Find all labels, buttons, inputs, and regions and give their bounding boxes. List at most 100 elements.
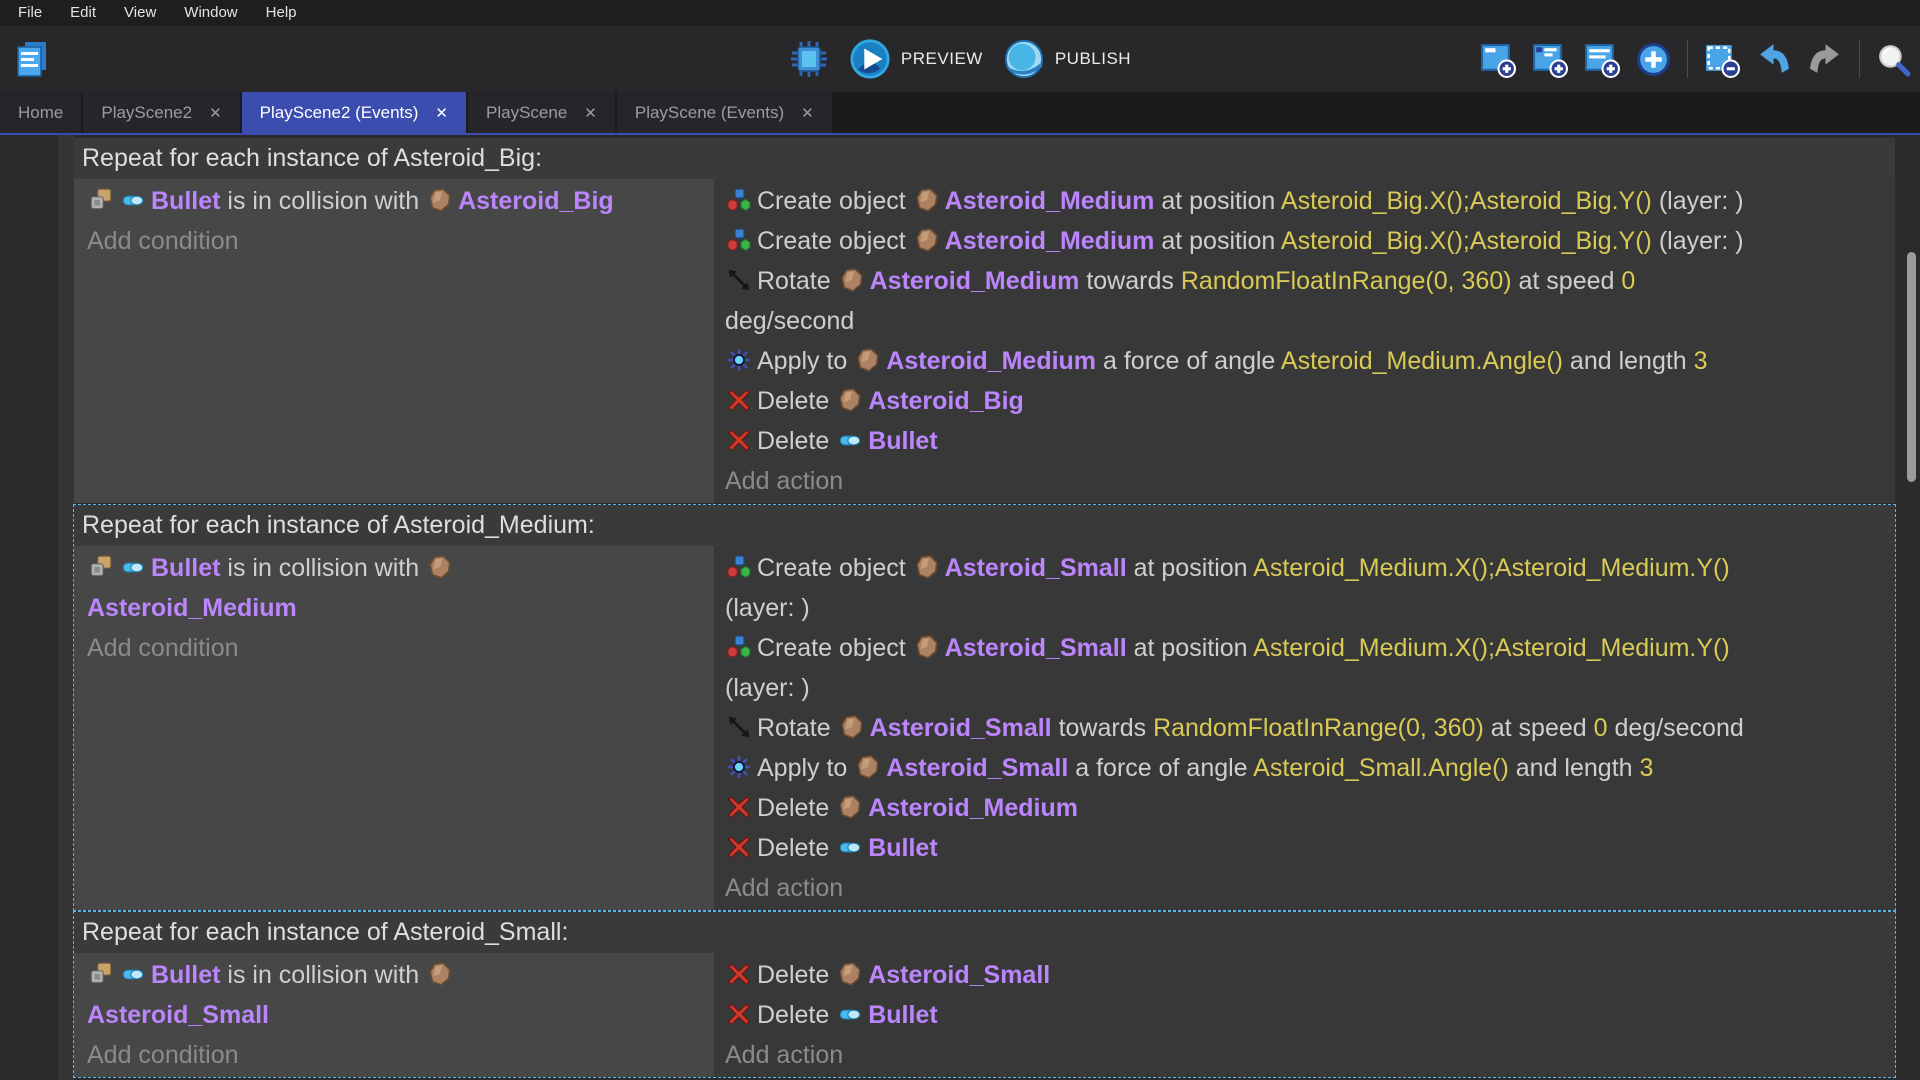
sentence-text: is in collision with (220, 187, 426, 215)
sentence-text: (layer: ) (1652, 227, 1744, 255)
add-comment-icon[interactable] (1583, 41, 1620, 78)
asteroid-icon (914, 554, 940, 580)
tab-label: PlayScene (Events) (635, 103, 784, 123)
sentence-text: Apply to (757, 347, 854, 375)
add-circle-icon[interactable] (1635, 41, 1672, 78)
event-block[interactable]: Repeat for each instance of Asteroid_Med… (74, 505, 1895, 910)
object-name: Bullet (151, 961, 220, 989)
menu-file[interactable]: File (4, 0, 56, 26)
condition-line[interactable]: Bullet is in collision with Asteroid_Big (74, 181, 714, 221)
debug-icon[interactable] (789, 39, 829, 79)
tab-close-icon[interactable]: ✕ (801, 104, 814, 122)
actions-column[interactable]: Delete Asteroid_SmallDelete BulletAdd ac… (714, 953, 1895, 1077)
search-icon[interactable] (1875, 41, 1912, 78)
tab-close-icon[interactable]: ✕ (584, 104, 597, 122)
add-event-icon[interactable] (1479, 41, 1516, 78)
redo-icon[interactable] (1807, 41, 1844, 78)
event-header[interactable]: Repeat for each instance of Asteroid_Big… (74, 138, 1895, 179)
sentence-text: at position (1154, 187, 1280, 215)
add-condition-button[interactable]: Add condition (74, 1035, 714, 1075)
condition-line[interactable]: Asteroid_Medium (74, 588, 714, 628)
action-line[interactable]: Rotate Asteroid_Medium towards RandomFlo… (714, 261, 1895, 301)
menu-view[interactable]: View (110, 0, 170, 26)
preview-button[interactable]: PREVIEW (849, 38, 983, 80)
sentence-text: Rotate (757, 714, 838, 742)
asteroid-icon (427, 554, 453, 580)
actions-column[interactable]: Create object Asteroid_Small at position… (714, 546, 1895, 910)
action-line[interactable]: (layer: ) (714, 668, 1895, 708)
tab-close-icon[interactable]: ✕ (435, 104, 448, 122)
action-line[interactable]: Delete Bullet (714, 828, 1895, 868)
action-line[interactable]: Create object Asteroid_Medium at positio… (714, 221, 1895, 261)
bullet-icon (837, 834, 863, 860)
undo-icon[interactable] (1755, 41, 1792, 78)
event-block[interactable]: Repeat for each instance of Asteroid_Sma… (74, 912, 1895, 1077)
tab-home[interactable]: Home (0, 92, 81, 133)
action-line[interactable]: Apply to Asteroid_Medium a force of angl… (714, 341, 1895, 381)
action-line[interactable]: deg/second (714, 301, 1895, 341)
add-condition-button[interactable]: Add condition (74, 628, 714, 668)
add-condition-button[interactable]: Add condition (74, 221, 714, 261)
delete-icon (726, 961, 752, 987)
sentence-text: Delete (757, 427, 836, 455)
remove-event-icon[interactable] (1703, 41, 1740, 78)
sentence-text: Create object (757, 634, 913, 662)
delete-icon (726, 427, 752, 453)
sentence-text: Delete (757, 1001, 836, 1029)
conditions-column[interactable]: Bullet is in collision with Asteroid_Med… (74, 546, 714, 910)
expression-text: Asteroid_Big.X();Asteroid_Big.Y() (1281, 227, 1652, 255)
condition-line[interactable]: Bullet is in collision with (74, 955, 714, 995)
vertical-scrollbar-thumb[interactable] (1907, 252, 1916, 482)
actions-column[interactable]: Create object Asteroid_Medium at positio… (714, 179, 1895, 503)
event-header[interactable]: Repeat for each instance of Asteroid_Med… (74, 505, 1895, 546)
action-line[interactable]: Apply to Asteroid_Small a force of angle… (714, 748, 1895, 788)
rotate-icon (726, 714, 752, 740)
asteroid-icon (837, 961, 863, 987)
action-line[interactable]: Create object Asteroid_Medium at positio… (714, 181, 1895, 221)
sentence-text: Create object (757, 187, 913, 215)
condition-line[interactable]: Asteroid_Small (74, 995, 714, 1035)
sentence-text: deg/second (725, 307, 854, 335)
project-manager-icon[interactable] (10, 37, 54, 81)
action-line[interactable]: (layer: ) (714, 588, 1895, 628)
tab-playscene2[interactable]: PlayScene2✕ (83, 92, 239, 133)
object-name: Asteroid_Big (868, 387, 1024, 415)
object-name: Asteroid_Medium (868, 794, 1078, 822)
expression-text: Asteroid_Medium.X();Asteroid_Medium.Y() (1253, 554, 1730, 582)
tab-label: PlayScene2 (Events) (260, 103, 419, 123)
action-line[interactable]: Delete Bullet (714, 995, 1895, 1035)
object-name: Asteroid_Small (886, 754, 1068, 782)
action-line[interactable]: Create object Asteroid_Small at position… (714, 628, 1895, 668)
event-header[interactable]: Repeat for each instance of Asteroid_Sma… (74, 912, 1895, 953)
action-line[interactable]: Delete Asteroid_Small (714, 955, 1895, 995)
menu-edit[interactable]: Edit (56, 0, 110, 26)
tab-playscene2-events-[interactable]: PlayScene2 (Events) ✕ (242, 92, 466, 133)
action-line[interactable]: Delete Asteroid_Medium (714, 788, 1895, 828)
tab-playscene[interactable]: PlayScene✕ (468, 92, 615, 133)
add-subevent-icon[interactable] (1531, 41, 1568, 78)
publish-button[interactable]: PUBLISH (1003, 38, 1131, 80)
events-area: Repeat for each instance of Asteroid_Big… (0, 135, 1920, 1080)
add-action-button[interactable]: Add action (714, 868, 1895, 908)
add-action-button[interactable]: Add action (714, 461, 1895, 501)
sentence-text: at speed (1512, 267, 1622, 295)
object-name: Bullet (151, 187, 220, 215)
sentence-text: deg/second (1608, 714, 1744, 742)
object-name: Bullet (868, 834, 937, 862)
action-line[interactable]: Create object Asteroid_Small at position… (714, 548, 1895, 588)
tab-close-icon[interactable]: ✕ (209, 104, 222, 122)
object-name: Bullet (868, 1001, 937, 1029)
event-block[interactable]: Repeat for each instance of Asteroid_Big… (74, 138, 1895, 503)
action-line[interactable]: Rotate Asteroid_Small towards RandomFloa… (714, 708, 1895, 748)
conditions-column[interactable]: Bullet is in collision with Asteroid_Big… (74, 179, 714, 503)
menu-window[interactable]: Window (170, 0, 251, 26)
expression-text: Asteroid_Medium.Angle() (1281, 347, 1563, 375)
menu-help[interactable]: Help (252, 0, 311, 26)
add-action-button[interactable]: Add action (714, 1035, 1895, 1075)
action-line[interactable]: Delete Bullet (714, 421, 1895, 461)
tab-label: Home (18, 103, 63, 123)
condition-line[interactable]: Bullet is in collision with (74, 548, 714, 588)
action-line[interactable]: Delete Asteroid_Big (714, 381, 1895, 421)
tab-playscene-events-[interactable]: PlayScene (Events) ✕ (617, 92, 832, 133)
conditions-column[interactable]: Bullet is in collision with Asteroid_Sma… (74, 953, 714, 1077)
